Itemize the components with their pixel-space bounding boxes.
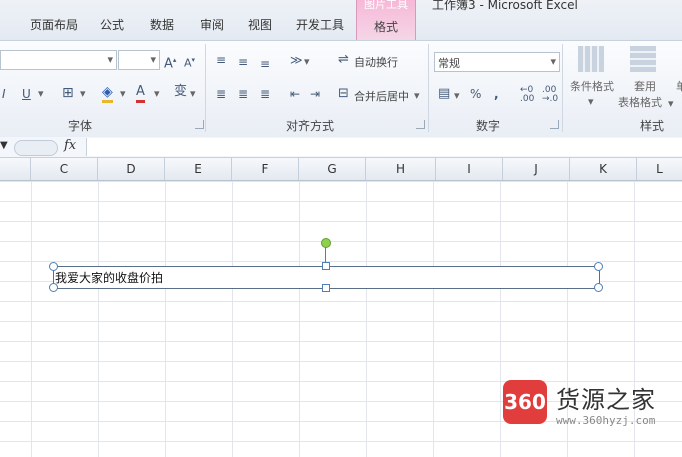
picture-tools-label: 图片工具 xyxy=(364,0,408,11)
column-header-k[interactable]: K xyxy=(570,158,637,180)
fill-dropdown-icon: ▾ xyxy=(120,87,126,100)
font-name-select[interactable]: ▾ xyxy=(0,50,117,70)
text-box-content[interactable]: 我爱大家的收盘价拍 xyxy=(55,269,163,286)
tab-data[interactable]: 数据 xyxy=(150,16,174,33)
conditional-format-icon[interactable] xyxy=(578,46,604,72)
font-size-select[interactable]: ▾ xyxy=(118,50,160,70)
tab-developer[interactable]: 开发工具 xyxy=(296,16,344,33)
tab-view[interactable]: 视图 xyxy=(248,16,272,33)
tab-review[interactable]: 审阅 xyxy=(200,16,224,33)
align-right-icon[interactable]: ≣ xyxy=(260,86,270,102)
resize-handle-top[interactable] xyxy=(322,262,330,270)
number-format-select[interactable]: 常规 ▾ xyxy=(434,52,560,72)
number-dialog-launcher[interactable] xyxy=(550,120,559,129)
wrap-text-icon[interactable]: ⇌ xyxy=(338,52,349,68)
align-middle-icon[interactable]: ≡ xyxy=(238,54,248,70)
font-color-dropdown-icon: ▾ xyxy=(154,87,160,100)
fill-color-icon[interactable]: ◈ xyxy=(102,84,113,103)
column-header-b[interactable] xyxy=(0,158,31,180)
tab-formulas[interactable]: 公式 xyxy=(100,16,124,33)
alignment-dialog-launcher[interactable] xyxy=(416,120,425,129)
column-header-l[interactable]: L xyxy=(637,158,682,180)
font-group-label: 字体 xyxy=(68,119,93,133)
alignment-group-label: 对齐方式 xyxy=(286,119,335,133)
watermark-logo: 360 xyxy=(503,380,547,424)
number-format-value: 常规 xyxy=(438,57,460,70)
decrease-decimal-icon[interactable]: .00 →.0 xyxy=(542,86,558,104)
conditional-format-dropdown-icon: ▾ xyxy=(588,95,594,108)
cell-styles-button[interactable]: 单 xyxy=(676,78,682,94)
increase-font-icon[interactable]: A▴ xyxy=(164,52,176,72)
increase-decimal-icon[interactable]: ←0.00 xyxy=(520,86,534,104)
comma-icon[interactable]: , xyxy=(494,86,499,102)
align-bottom-icon[interactable]: ≡ xyxy=(260,56,270,72)
percent-icon[interactable]: % xyxy=(470,86,481,102)
table-format-icon[interactable] xyxy=(630,46,656,72)
name-box-dropdown-icon[interactable]: ▼ xyxy=(0,140,10,154)
watermark-name: 货源之家 xyxy=(556,386,656,414)
currency-dropdown-icon: ▾ xyxy=(454,89,460,102)
resize-handle-bottom[interactable] xyxy=(322,284,330,292)
merge-dropdown-icon: ▾ xyxy=(414,89,420,102)
watermark-url: www.360hyzj.com xyxy=(556,414,656,427)
table-format-label-2[interactable]: 表格格式 xyxy=(618,94,662,110)
insert-function-icon[interactable]: fx xyxy=(64,138,76,153)
italic-icon[interactable]: I xyxy=(2,86,6,102)
column-header-i[interactable]: I xyxy=(436,158,503,180)
rotation-handle[interactable] xyxy=(321,238,331,248)
picture-tools-tab-group[interactable]: 图片工具 格式 xyxy=(356,0,416,40)
resize-handle-bottom-right[interactable] xyxy=(594,283,603,292)
align-left-icon[interactable]: ≣ xyxy=(216,86,226,102)
phonetic-dropdown-icon: ▾ xyxy=(190,87,196,100)
column-header-h[interactable]: H xyxy=(366,158,436,180)
group-separator xyxy=(428,44,429,132)
conditional-format-button[interactable]: 条件格式 xyxy=(570,78,614,94)
tab-format[interactable]: 格式 xyxy=(357,18,415,35)
border-icon[interactable]: ⊞ xyxy=(62,85,74,101)
orientation-dropdown-icon: ▾ xyxy=(304,55,310,68)
font-color-icon[interactable]: A xyxy=(136,84,145,103)
phonetic-icon[interactable]: 变 xyxy=(174,84,187,100)
border-dropdown-icon: ▾ xyxy=(80,87,86,100)
tab-page-layout[interactable]: 页面布局 xyxy=(30,16,78,33)
column-header-g[interactable]: G xyxy=(299,158,366,180)
font-dialog-launcher[interactable] xyxy=(195,120,204,129)
underline-icon[interactable]: U xyxy=(22,86,31,102)
window-title: 工作簿3 - Microsoft Excel xyxy=(432,0,578,12)
align-top-icon[interactable]: ≡ xyxy=(216,52,226,68)
wrap-text-button[interactable]: 自动换行 xyxy=(354,54,398,70)
number-group-label: 数字 xyxy=(476,119,501,133)
resize-handle-top-left[interactable] xyxy=(49,262,58,271)
column-header-e[interactable]: E xyxy=(165,158,232,180)
underline-dropdown-icon: ▾ xyxy=(38,87,44,100)
formula-bar-resize-handle[interactable] xyxy=(14,140,58,156)
increase-indent-icon[interactable]: ⇥ xyxy=(310,86,320,102)
table-format-label-1[interactable]: 套用 xyxy=(634,78,656,94)
decrease-indent-icon[interactable]: ⇤ xyxy=(290,86,300,102)
table-format-dropdown-icon: ▾ xyxy=(668,97,674,110)
column-header-d[interactable]: D xyxy=(98,158,165,180)
column-header-f[interactable]: F xyxy=(232,158,299,180)
formula-input[interactable] xyxy=(86,138,682,156)
decrease-font-icon[interactable]: A▾ xyxy=(184,52,195,72)
group-separator xyxy=(205,44,206,132)
currency-icon[interactable]: ▤ xyxy=(438,86,450,102)
merge-center-button[interactable]: 合并后居中 xyxy=(354,88,409,104)
center-icon[interactable]: ≣ xyxy=(238,86,248,102)
orientation-icon[interactable]: ≫ xyxy=(290,52,303,68)
group-separator xyxy=(562,44,563,132)
resize-handle-bottom-left[interactable] xyxy=(49,283,58,292)
styles-group-label: 样式 xyxy=(640,119,665,133)
column-header-j[interactable]: J xyxy=(503,158,570,180)
column-header-c[interactable]: C xyxy=(31,158,98,180)
merge-center-icon[interactable]: ⊟ xyxy=(338,86,349,102)
resize-handle-top-right[interactable] xyxy=(594,262,603,271)
